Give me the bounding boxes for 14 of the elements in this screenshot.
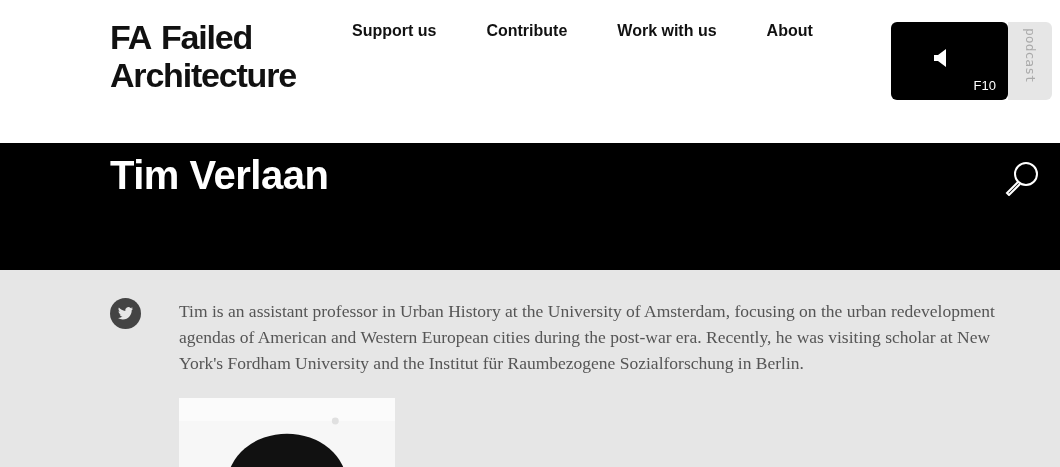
logo-text[interactable]: Failed [161, 18, 253, 56]
twitter-icon[interactable] [110, 298, 141, 329]
bio-paragraph: Tim is an assistant professor in Urban History at the University of Amsterdam, focusing on the urban redevelopment agendas of American and Western European cities during the post-war era. Recently, he was visiting scholar at New York's Fordham University and the Institut für Raumbezogene Sozialforschung in Berlin. [179, 300, 996, 375]
logo-mark[interactable]: FA [110, 18, 152, 56]
page-title: Tim Verlaan [110, 153, 329, 198]
logo-text[interactable]: Architecture [110, 56, 352, 94]
podcast-player-button[interactable]: F10 [891, 22, 1008, 100]
key-label: F10 [973, 78, 996, 93]
nav-link[interactable]: Support us [352, 22, 437, 42]
search-icon[interactable] [1004, 160, 1040, 196]
nav-link[interactable]: Work with us [617, 22, 717, 42]
speaker-icon [933, 49, 946, 67]
nav-link[interactable]: Contribute [486, 22, 568, 42]
nav-link[interactable]: About [766, 22, 813, 42]
